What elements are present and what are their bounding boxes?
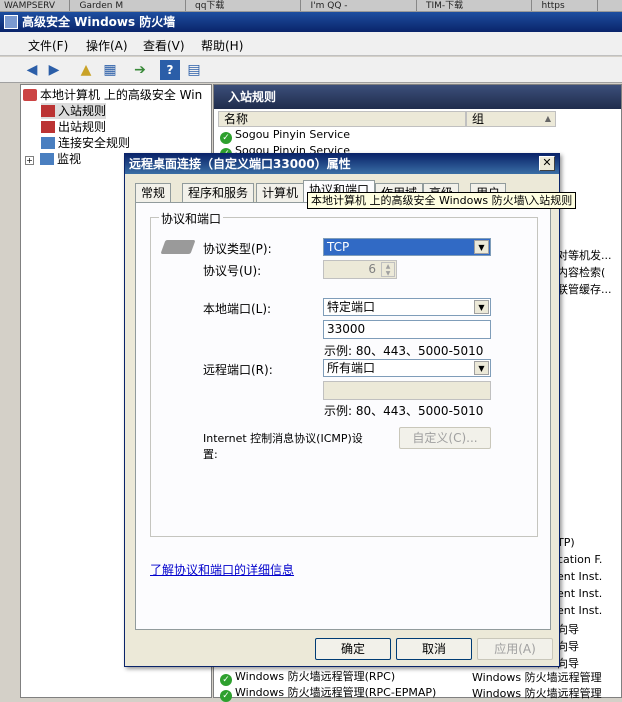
group-cell: 对等机发... [557, 249, 612, 262]
group-cell: ent Inst. [557, 570, 603, 583]
inbound-rules-icon [41, 105, 55, 117]
menu-file[interactable]: 文件(F) [28, 37, 68, 54]
group-cell: 联管缓存... [557, 283, 612, 296]
tree-item-inbound-rules[interactable]: 入站规则 [41, 103, 107, 119]
export-list-icon[interactable]: ➔ [130, 60, 150, 80]
menu-view[interactable]: 查看(V) [143, 37, 185, 54]
chevron-down-icon[interactable]: ▼ [474, 361, 489, 375]
group-cell: Windows 防火墙远程管理 [472, 671, 602, 684]
group-cell: cation F. [557, 553, 603, 566]
group-cell: 向导 [557, 623, 579, 636]
customize-button[interactable]: 自定义(C)... [399, 427, 491, 449]
menu-bar: 文件(F) 操作(A) 查看(V) 帮助(H) [0, 32, 622, 56]
tree-item-connection-security[interactable]: 连接安全规则 [41, 135, 130, 151]
rule-properties-dialog: 远程桌面连接（自定义端口33000）属性 ✕ 常规 程序和服务 计算机 协议和端… [124, 153, 577, 667]
spinner-arrows-icon[interactable]: ▲ ▼ [381, 262, 395, 277]
browser-tab-strip: WAMPSERV Garden M qq下载 I'm QQ - TIM-下载 h… [0, 0, 622, 12]
tree-root[interactable]: 本地计算机 上的高级安全 Win [23, 87, 202, 103]
browser-tab[interactable]: Garden M [76, 0, 186, 11]
menu-action[interactable]: 操作(A) [86, 37, 128, 54]
chevron-down-icon[interactable]: ▼ [474, 240, 489, 254]
cancel-button[interactable]: 取消 [396, 638, 472, 660]
table-row[interactable]: ✓Sogou Pinyin Service [220, 127, 350, 144]
firewall-root-icon [23, 89, 37, 101]
breadcrumb-tooltip: 本地计算机 上的高级安全 Windows 防火墙\入站规则 [307, 192, 577, 209]
column-header-group[interactable]: 组 ▲ [466, 111, 556, 127]
up-folder-icon[interactable]: ▲ [76, 60, 96, 80]
window-title: 高级安全 Windows 防火墙 [22, 15, 176, 29]
group-cell: ent Inst. [557, 587, 603, 600]
sort-indicator-icon: ▲ [544, 114, 551, 123]
tab-programs-services[interactable]: 程序和服务 [182, 183, 255, 203]
protocol-number-label: 协议号(U): [203, 264, 262, 278]
local-port-input[interactable]: 33000 [323, 320, 491, 339]
browser-tab[interactable]: TIM-下载 [422, 0, 532, 11]
remote-port-select[interactable]: 所有端口 ▼ [323, 359, 491, 377]
remote-port-label: 远程端口(R): [203, 363, 273, 377]
forward-arrow-icon[interactable]: ▶ [44, 60, 64, 80]
network-port-icon [160, 240, 196, 254]
local-port-example: 示例: 80、443、5000-5010 [324, 344, 484, 358]
back-arrow-icon[interactable]: ◀ [22, 60, 42, 80]
icmp-settings-label: Internet 控制消息协议(ICMP)设 置: [203, 432, 363, 461]
group-cell: Windows 防火墙远程管理 [472, 687, 602, 700]
enabled-check-icon: ✓ [220, 690, 232, 702]
column-header-name[interactable]: 名称 [218, 111, 466, 127]
show-hide-tree-icon[interactable]: ▦ [100, 60, 120, 80]
window-titlebar: 高级安全 Windows 防火墙 [0, 12, 622, 32]
chevron-down-icon[interactable]: ▼ [474, 300, 489, 314]
toolbar: ◀ ▶ ▲ ▦ ➔ ? ▤ [0, 57, 622, 83]
protocol-ports-groupbox: 协议和端口 协议类型(P): TCP ▼ 协议号(U): 6 ▲ ▼ 本地端口(L… [150, 210, 538, 537]
group-cell: 内容检索( [557, 266, 606, 279]
tab-general[interactable]: 常规 [135, 183, 172, 203]
learn-more-link[interactable]: 了解协议和端口的详细信息 [150, 561, 294, 578]
help-icon[interactable]: ? [160, 60, 180, 80]
local-port-select[interactable]: 特定端口 ▼ [323, 298, 491, 316]
browser-tab[interactable]: I'm QQ - [307, 0, 417, 11]
tree-item-monitor[interactable]: + 监视 [25, 151, 81, 167]
browser-tab[interactable]: https [538, 0, 598, 11]
apply-button[interactable]: 应用(A) [477, 638, 553, 660]
tab-computers[interactable]: 计算机 [256, 183, 305, 203]
monitor-icon [40, 153, 54, 165]
groupbox-title: 协议和端口 [159, 210, 224, 227]
group-cell: 向导 [557, 640, 579, 653]
remote-port-example: 示例: 80、443、5000-5010 [324, 404, 484, 418]
remote-port-input[interactable] [323, 381, 491, 400]
browser-tab[interactable]: qq下载 [191, 0, 301, 11]
local-port-label: 本地端口(L): [203, 302, 272, 316]
menu-help[interactable]: 帮助(H) [201, 37, 243, 54]
close-icon[interactable]: ✕ [539, 156, 555, 171]
protocols-ports-panel: 协议和端口 协议类型(P): TCP ▼ 协议号(U): 6 ▲ ▼ 本地端口(L… [135, 202, 551, 630]
firewall-app-icon [4, 15, 18, 29]
protocol-type-label: 协议类型(P): [203, 242, 272, 256]
dialog-titlebar: 远程桌面连接（自定义端口33000）属性 ✕ [125, 154, 559, 174]
protocol-number-stepper[interactable]: 6 ▲ ▼ [323, 260, 397, 279]
tree-item-outbound-rules[interactable]: 出站规则 [41, 119, 106, 135]
table-row[interactable]: ✓ Windows 防火墙远程管理(RPC) [220, 669, 395, 686]
connection-security-icon [41, 137, 55, 149]
table-row[interactable]: ✓ Windows 防火墙远程管理(RPC-EPMAP) [220, 685, 436, 702]
outbound-rules-icon [41, 121, 55, 133]
expand-plus-icon[interactable]: + [25, 156, 34, 165]
protocol-type-select[interactable]: TCP ▼ [323, 238, 491, 256]
ok-button[interactable]: 确定 [315, 638, 391, 660]
browser-tab[interactable]: WAMPSERV [0, 0, 70, 11]
properties-icon[interactable]: ▤ [184, 60, 204, 80]
pane-header: 入站规则 [214, 85, 621, 109]
group-cell: ent Inst. [557, 604, 603, 617]
dialog-title: 远程桌面连接（自定义端口33000）属性 [129, 157, 351, 171]
